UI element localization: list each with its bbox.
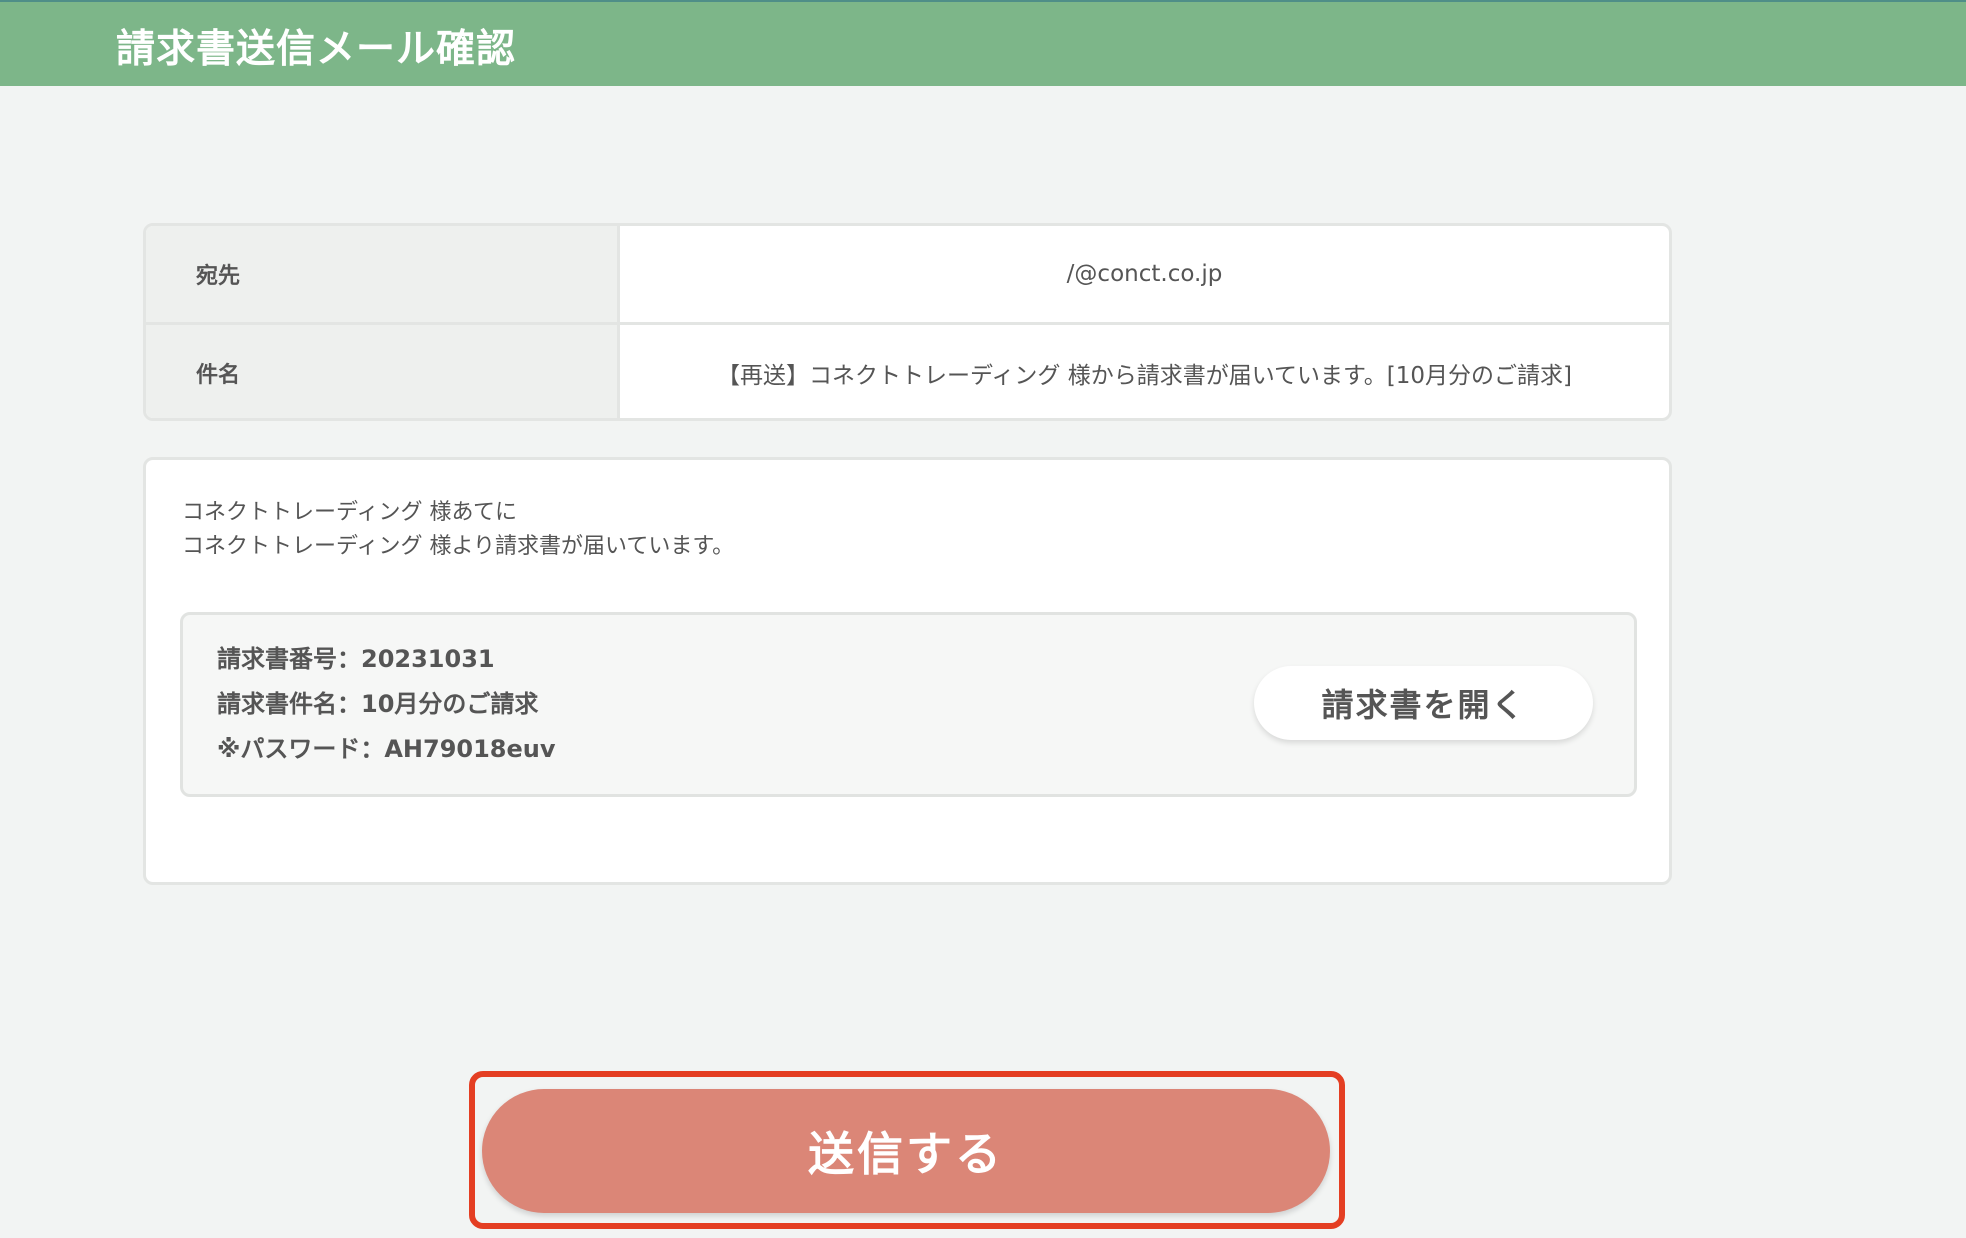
message-greeting: コネクトトレーディング 様あてに	[182, 500, 518, 525]
send-button[interactable]: 送信する	[482, 1089, 1330, 1213]
message-body: コネクトトレーディング 様より請求書が届いています。	[182, 534, 735, 559]
open-invoice-button[interactable]: 請求書を開く	[1254, 666, 1593, 740]
recipient-label: 宛先	[196, 264, 241, 289]
mail-body-card: コネクトトレーディング 様あてに コネクトトレーディング 様より請求書が届いてい…	[143, 457, 1672, 885]
invoice-title: 請求書件名：10月分のご請求	[217, 690, 539, 718]
page-header: 請求書送信メール確認	[0, 0, 1966, 86]
page-title: 請求書送信メール確認	[116, 27, 517, 72]
invoice-password: ※パスワード：AH79018euv	[217, 735, 556, 763]
recipient-row: 宛先 /@conct.co.jp	[146, 226, 1669, 325]
subject-label: 件名	[196, 363, 241, 388]
recipient-label-cell: 宛先	[146, 226, 620, 322]
subject-row: 件名 【再送】コネクトトレーディング 様から請求書が届いています。[10月分のご…	[146, 325, 1669, 418]
invoice-info-box: 請求書番号：20231031 請求書件名：10月分のご請求 ※パスワード：AH7…	[180, 612, 1637, 797]
recipient-value: /@conct.co.jp	[1066, 261, 1223, 287]
subject-label-cell: 件名	[146, 325, 620, 418]
subject-value: 【再送】コネクトトレーディング 様から請求書が届いています。[10月分のご請求]	[717, 363, 1572, 389]
mail-details-table: 宛先 /@conct.co.jp 件名 【再送】コネクトトレーディング 様から請…	[143, 223, 1672, 421]
invoice-number: 請求書番号：20231031	[217, 645, 495, 673]
